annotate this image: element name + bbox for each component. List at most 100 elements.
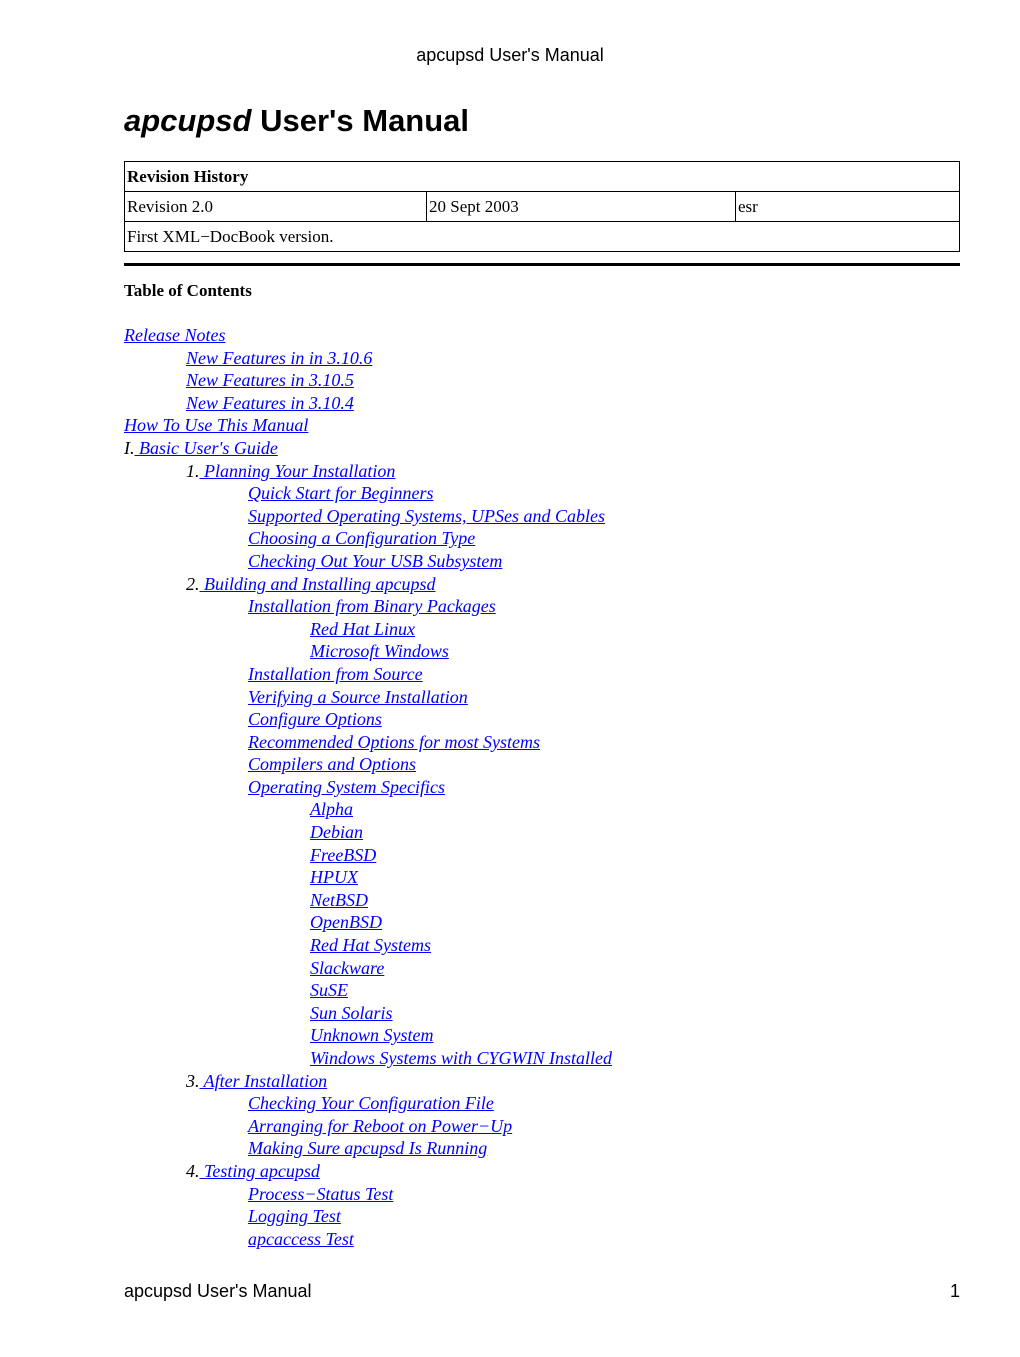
toc-link[interactable]: SuSE: [310, 980, 348, 1000]
toc-link[interactable]: Testing apcupsd: [200, 1161, 320, 1181]
running-footer: apcupsd User's Manual 1: [124, 1280, 960, 1302]
toc-entry: I. Basic User's Guide: [124, 437, 612, 460]
toc-link[interactable]: NetBSD: [310, 890, 368, 910]
toc-entry: Red Hat Linux: [124, 618, 612, 641]
toc-entry: New Features in in 3.10.6: [124, 347, 612, 370]
toc-link[interactable]: Microsoft Windows: [310, 641, 449, 661]
toc-link[interactable]: Release Notes: [124, 325, 225, 345]
toc-heading: Table of Contents: [124, 281, 252, 300]
toc-entry: Recommended Options for most Systems: [124, 731, 612, 754]
toc-entry: Windows Systems with CYGWIN Installed: [124, 1047, 612, 1070]
toc-entry: Compilers and Options: [124, 753, 612, 776]
toc-entry-number: 4.: [186, 1160, 200, 1181]
toc-link[interactable]: Choosing a Configuration Type: [248, 528, 475, 548]
toc-entry: How To Use This Manual: [124, 414, 612, 437]
toc-link[interactable]: How To Use This Manual: [124, 415, 308, 435]
toc-link[interactable]: Red Hat Linux: [310, 619, 415, 639]
toc-link[interactable]: Basic User's Guide: [135, 438, 278, 458]
toc-entry: Slackware: [124, 957, 612, 980]
toc-link[interactable]: Sun Solaris: [310, 1003, 393, 1023]
toc-link[interactable]: After Installation: [200, 1071, 328, 1091]
toc-link[interactable]: Making Sure apcupsd Is Running: [248, 1138, 487, 1158]
toc-entry: Checking Out Your USB Subsystem: [124, 550, 612, 573]
toc-link[interactable]: Quick Start for Beginners: [248, 483, 433, 503]
toc-link[interactable]: Arranging for Reboot on Power−Up: [248, 1116, 512, 1136]
toc-entry: Release Notes: [124, 324, 612, 347]
toc-entry: 2. Building and Installing apcupsd: [124, 573, 612, 596]
toc-entry: Installation from Binary Packages: [124, 595, 612, 618]
footer-title: apcupsd User's Manual: [124, 1281, 312, 1301]
title-program-name: apcupsd: [124, 103, 252, 138]
document-title: apcupsd User's Manual: [124, 101, 469, 141]
toc-entry: FreeBSD: [124, 844, 612, 867]
revision-history-heading: Revision History: [124, 161, 960, 192]
revision-remark: First XML−DocBook version.: [124, 221, 960, 252]
revision-number: Revision 2.0: [124, 191, 427, 222]
toc-entry: Microsoft Windows: [124, 640, 612, 663]
toc-entry-number: I.: [124, 437, 135, 458]
toc-entry: Debian: [124, 821, 612, 844]
toc-link[interactable]: Process−Status Test: [248, 1184, 393, 1204]
toc-link[interactable]: Debian: [310, 822, 363, 842]
toc-entry-number: 1.: [186, 460, 200, 481]
toc-link[interactable]: Alpha: [310, 799, 353, 819]
toc-entry: Choosing a Configuration Type: [124, 527, 612, 550]
revision-remark-row: First XML−DocBook version.: [124, 221, 960, 252]
revision-row: Revision 2.0 20 Sept 2003 esr: [124, 191, 960, 222]
title-rest: User's Manual: [251, 103, 470, 138]
revision-history-table: Revision History Revision 2.0 20 Sept 20…: [124, 161, 960, 252]
toc-entry: New Features in 3.10.5: [124, 369, 612, 392]
toc-entry: 3. After Installation: [124, 1070, 612, 1093]
toc-link[interactable]: FreeBSD: [310, 845, 376, 865]
toc-link[interactable]: Checking Your Configuration File: [248, 1093, 494, 1113]
toc-link[interactable]: New Features in in 3.10.6: [186, 348, 372, 368]
toc-entry: Quick Start for Beginners: [124, 482, 612, 505]
revision-author: esr: [735, 191, 960, 222]
toc-entry: Process−Status Test: [124, 1183, 612, 1206]
toc-link[interactable]: Building and Installing apcupsd: [200, 574, 436, 594]
toc-entry: 1. Planning Your Installation: [124, 460, 612, 483]
toc-link[interactable]: Slackware: [310, 958, 384, 978]
toc-link[interactable]: Unknown System: [310, 1025, 433, 1045]
toc-entry: Unknown System: [124, 1024, 612, 1047]
toc-link[interactable]: New Features in 3.10.4: [186, 393, 354, 413]
toc-entry: Verifying a Source Installation: [124, 686, 612, 709]
toc-link[interactable]: Operating System Specifics: [248, 777, 445, 797]
toc-link[interactable]: OpenBSD: [310, 912, 382, 932]
horizontal-rule: [124, 263, 960, 266]
toc-entry: Checking Your Configuration File: [124, 1092, 612, 1115]
toc-link[interactable]: Installation from Source: [248, 664, 423, 684]
toc-entry: Making Sure apcupsd Is Running: [124, 1137, 612, 1160]
table-of-contents: Release Notes New Features in in 3.10.6 Ne…: [124, 324, 612, 1250]
toc-link[interactable]: Verifying a Source Installation: [248, 687, 468, 707]
toc-entry: Operating System Specifics: [124, 776, 612, 799]
revision-history-header-row: Revision History: [124, 161, 960, 192]
toc-link[interactable]: Recommended Options for most Systems: [248, 732, 540, 752]
toc-entry: OpenBSD: [124, 911, 612, 934]
toc-link[interactable]: Supported Operating Systems, UPSes and C…: [248, 506, 605, 526]
toc-link[interactable]: Planning Your Installation: [200, 461, 395, 481]
toc-link[interactable]: Checking Out Your USB Subsystem: [248, 551, 502, 571]
toc-link[interactable]: Configure Options: [248, 709, 382, 729]
toc-link[interactable]: Logging Test: [248, 1206, 341, 1226]
toc-link[interactable]: Windows Systems with CYGWIN Installed: [310, 1048, 612, 1068]
toc-entry: apcaccess Test: [124, 1228, 612, 1251]
toc-entry: Red Hat Systems: [124, 934, 612, 957]
toc-link[interactable]: Red Hat Systems: [310, 935, 431, 955]
revision-date: 20 Sept 2003: [426, 191, 736, 222]
toc-entry: 4. Testing apcupsd: [124, 1160, 612, 1183]
toc-link[interactable]: Installation from Binary Packages: [248, 596, 496, 616]
toc-entry: NetBSD: [124, 889, 612, 912]
toc-link[interactable]: Compilers and Options: [248, 754, 416, 774]
toc-entry: SuSE: [124, 979, 612, 1002]
toc-entry: Supported Operating Systems, UPSes and C…: [124, 505, 612, 528]
page-number: 1: [949, 1281, 960, 1301]
toc-link[interactable]: apcaccess Test: [248, 1229, 354, 1249]
toc-entry: Alpha: [124, 798, 612, 821]
toc-link[interactable]: HPUX: [310, 867, 358, 887]
toc-entry: Arranging for Reboot on Power−Up: [124, 1115, 612, 1138]
toc-link[interactable]: New Features in 3.10.5: [186, 370, 354, 390]
toc-entry: HPUX: [124, 866, 612, 889]
toc-entry-number: 3.: [186, 1070, 200, 1091]
toc-entry: Installation from Source: [124, 663, 612, 686]
